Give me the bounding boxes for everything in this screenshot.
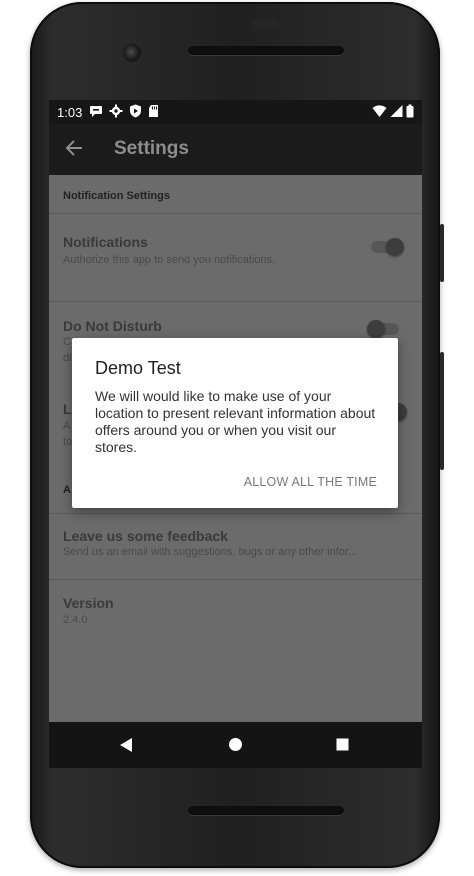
status-time: 1:03: [57, 105, 83, 120]
divider: [49, 513, 422, 514]
signal-icon: [390, 105, 403, 117]
top-speaker: [188, 46, 344, 55]
version-value: 2.4.0: [63, 614, 88, 626]
feedback-subtitle: Send us an email with suggestions, bugs …: [63, 546, 358, 558]
do-not-disturb-title: Do Not Disturb: [63, 318, 162, 334]
page-title: Settings: [114, 138, 189, 159]
back-triangle-icon[interactable]: [119, 737, 133, 753]
dialog-title: Demo Test: [95, 358, 181, 378]
notifications-title: Notifications: [63, 234, 148, 250]
front-camera: [123, 44, 141, 62]
do-not-disturb-toggle-thumb[interactable]: [367, 320, 385, 338]
sd-card-icon: [149, 105, 158, 117]
notifications-subtitle: Authorize this app to send you notificat…: [63, 254, 276, 266]
power-button: [440, 224, 444, 282]
location-subtitle-1: A: [63, 420, 71, 432]
app-bar: Settings: [49, 124, 422, 175]
bottom-speaker: [188, 806, 344, 815]
notifications-toggle-thumb[interactable]: [386, 238, 404, 256]
section-header-about: A: [63, 484, 71, 496]
chat-icon: [90, 106, 102, 117]
dialog-message: We will would like to make use of your l…: [95, 388, 376, 455]
version-title: Version: [63, 595, 114, 611]
section-header-notification: Notification Settings: [63, 190, 170, 202]
feedback-title: Leave us some feedback: [63, 528, 228, 544]
allow-all-the-time-button[interactable]: ALLOW ALL THE TIME: [244, 475, 377, 489]
battery-icon: [406, 104, 414, 118]
shield-play-icon: [130, 104, 141, 118]
proximity-sensor: [252, 19, 278, 27]
divider: [49, 301, 422, 302]
wifi-icon: [372, 105, 387, 117]
volume-button: [440, 352, 444, 470]
arrow-back-icon[interactable]: [63, 137, 85, 159]
do-not-disturb-subtitle-2: di: [63, 352, 72, 364]
divider: [49, 579, 422, 580]
settings-gear-icon: [109, 104, 123, 118]
permission-dialog: Demo Test We will would like to make use…: [72, 338, 398, 508]
location-subtitle-2: to: [63, 436, 73, 448]
navigation-bar: [49, 722, 422, 768]
do-not-disturb-subtitle-1: C: [63, 336, 71, 348]
status-bar: 1:03: [49, 100, 422, 124]
divider: [49, 213, 422, 214]
recents-square-icon[interactable]: [336, 738, 349, 751]
home-circle-icon[interactable]: [228, 737, 243, 752]
